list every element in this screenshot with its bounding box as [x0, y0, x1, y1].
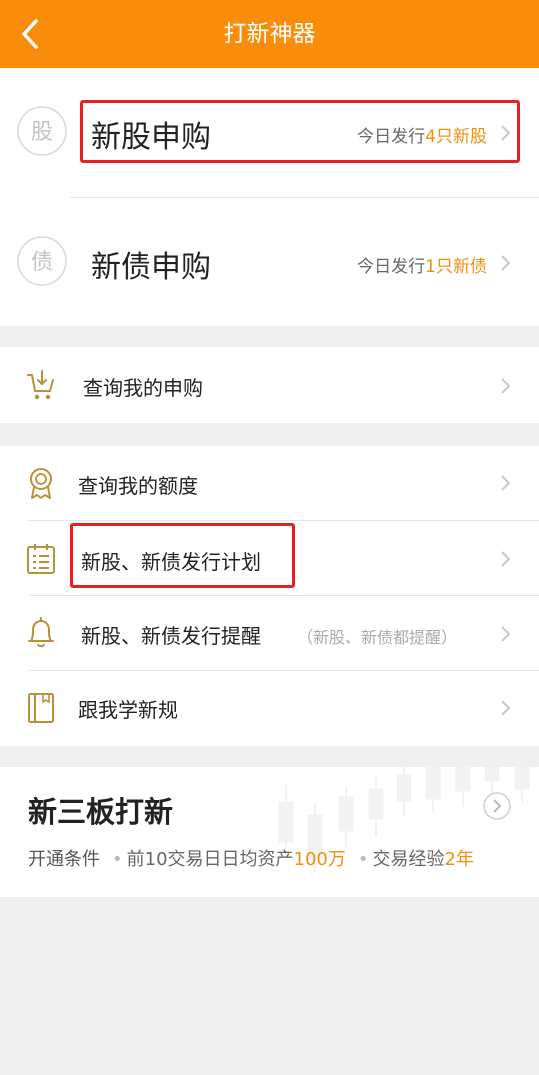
- issue-reminder-note: （新股、新债都提醒）: [297, 628, 458, 647]
- new-stock-desc: 今日发行4只新股: [357, 127, 487, 147]
- chevron-right-icon: [501, 551, 511, 567]
- new-bond-subscribe-row[interactable]: 债 新债申购 今日发行1只新债: [0, 197, 539, 326]
- new-bond-desc: 今日发行1只新债: [357, 257, 487, 277]
- issue-plan-label: 新股、新债发行计划: [81, 550, 261, 574]
- query-subscription-label: 查询我的申购: [83, 376, 203, 400]
- query-quota-row[interactable]: 查询我的额度: [0, 446, 539, 521]
- bell-icon: [28, 617, 54, 648]
- chevron-right-icon: [501, 125, 511, 141]
- svg-text:股: 股: [31, 120, 53, 145]
- candlestick-decoration: [278, 767, 530, 872]
- bond-badge-icon: 债: [17, 236, 67, 286]
- chevron-right-icon: [501, 626, 511, 642]
- stock-badge-icon: 股: [17, 106, 67, 156]
- issue-reminder-row[interactable]: 新股、新债发行提醒 （新股、新债都提醒）: [0, 596, 539, 671]
- learn-rules-row[interactable]: 跟我学新规: [0, 671, 539, 746]
- sanban-card[interactable]: 新三板打新 开通条件 • 前10交易日日均资产100万 • 交易经验2年: [0, 767, 539, 897]
- query-subscription-row[interactable]: 查询我的申购: [0, 347, 539, 422]
- chevron-right-icon: [501, 475, 511, 491]
- query-card: 查询我的申购: [0, 347, 539, 423]
- new-stock-title: 新股申购: [91, 120, 211, 155]
- book-icon: [28, 693, 54, 723]
- query-quota-label: 查询我的额度: [78, 474, 198, 498]
- new-bond-title: 新债申购: [91, 250, 211, 285]
- chevron-right-icon: [501, 378, 511, 394]
- sanban-title: 新三板打新: [28, 795, 174, 829]
- chevron-right-icon: [501, 255, 511, 271]
- medal-icon: [30, 468, 52, 499]
- sanban-conditions: 开通条件 • 前10交易日日均资产100万 • 交易经验2年: [28, 849, 474, 870]
- calendar-list-icon: [27, 544, 55, 574]
- issue-reminder-label: 新股、新债发行提醒: [81, 624, 261, 648]
- page-title: 打新神器: [223, 21, 316, 47]
- subscription-card: 股 新股申购 今日发行4只新股 债 新债申购 今日发行1只新债: [0, 68, 539, 326]
- svg-text:债: 债: [31, 250, 53, 275]
- learn-rules-label: 跟我学新规: [78, 698, 178, 722]
- chevron-right-icon: [501, 700, 511, 716]
- new-stock-subscribe-row[interactable]: 股 新股申购 今日发行4只新股: [0, 68, 539, 197]
- issue-plan-row[interactable]: 新股、新债发行计划: [0, 521, 539, 596]
- app-header: 打新神器: [0, 0, 539, 68]
- tools-card: 查询我的额度 新股、新债发行计划 新股、新债发行提醒 （新股、新债都提醒） 跟我…: [0, 446, 539, 746]
- cart-download-icon: [27, 370, 54, 400]
- circle-chevron-right-icon: [483, 792, 511, 820]
